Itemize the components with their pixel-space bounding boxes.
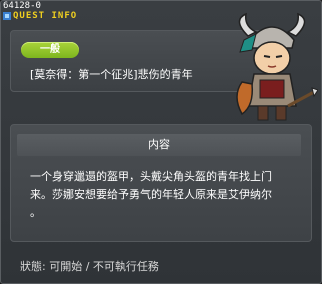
quest-icon (3, 12, 11, 20)
quest-category-badge: 一般 (21, 42, 79, 58)
description-line: 一个身穿邋遢的盔甲，头戴尖角头盔的青年找上门 (30, 170, 272, 183)
npc-avatar (236, 12, 318, 121)
quest-name: [莫奈得：第一个征兆]悲伤的青年 (30, 68, 193, 81)
quest-status: 狀態: 可開始 / 不可執行任務 (20, 260, 159, 273)
content-description: 一个身穿邋遢的盔甲，头戴尖角头盔的青年找上门 来。莎娜安想要给予勇气的年轻人原来… (30, 168, 298, 222)
description-line: 。 (30, 206, 41, 219)
description-line: 来。莎娜安想要给予勇气的年轻人原来是艾伊纳尔 (30, 188, 272, 201)
content-heading: 内容 (17, 134, 301, 156)
quest-id: 64128-0 (3, 1, 41, 11)
window-title: QUEST INFO (13, 11, 78, 21)
